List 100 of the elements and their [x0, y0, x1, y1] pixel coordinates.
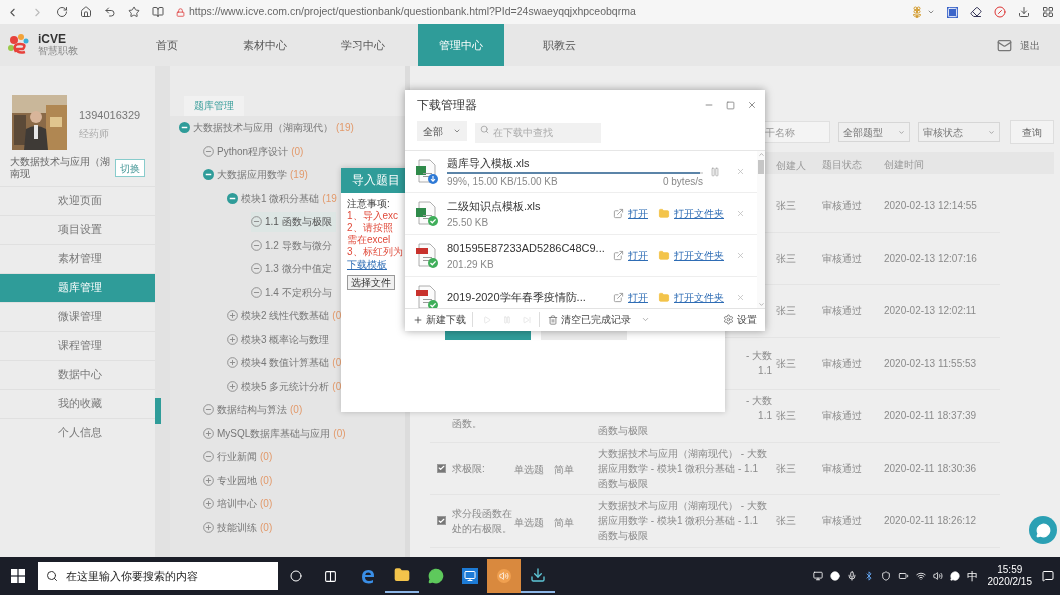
window-title: 下载管理器 [417, 97, 478, 114]
input-method[interactable]: 中 [966, 567, 978, 585]
knowledge-path: - 大数 [745, 349, 772, 364]
open-folder-link[interactable]: 打开文件夹 [674, 206, 724, 221]
open-link[interactable]: 打开 [628, 206, 648, 221]
item-count: (19) [290, 168, 308, 183]
account-number: 1394016329 [79, 108, 141, 123]
nav-tab[interactable]: 管理中心 [418, 24, 504, 66]
tree-item[interactable]: 专业园地 (0) [203, 470, 277, 491]
created-time: 2020-02-13 12:14:55 [884, 199, 978, 214]
tree-item-label: MySQL数据库基础与应用 [217, 426, 331, 441]
question-title: 求极限: [452, 461, 486, 476]
file-size: 25.50 KB [447, 216, 489, 229]
created-time: 2020-02-11 18:37:39 [884, 409, 978, 424]
choose-file-button[interactable]: 选择文件 [347, 275, 395, 290]
settings-button[interactable]: 设置 [723, 312, 757, 327]
tree-item[interactable]: 模块5 多元统计分析 (0 [227, 376, 346, 397]
question-type: 单选题 [514, 464, 544, 476]
open-folder-link[interactable]: 打开文件夹 [674, 290, 724, 305]
clock-date: 2020/2/15 [987, 576, 1032, 588]
tree-item[interactable]: 1.3 微分中值定 [251, 258, 336, 279]
knowledge-path: 1.1 [758, 364, 772, 379]
filter-dropdown[interactable]: 全部 [417, 121, 467, 141]
tree-item[interactable]: 数据结构与算法 (0) [203, 399, 307, 420]
sidebar-item[interactable]: 个人信息 [0, 418, 155, 447]
review-status: 审核通过 [822, 304, 863, 319]
column-header: 创建人 [776, 160, 806, 171]
sidebar-item[interactable]: 欢迎页面 [0, 186, 155, 215]
tree-item-label: 大数据应用数学 [217, 168, 287, 183]
tree-item[interactable]: 1.1 函数与极限 [251, 211, 336, 232]
sidebar-item[interactable]: 题库管理 [0, 273, 155, 302]
download-item[interactable]: 题库导入模板.xls 99%, 15.00 KB/15.00 KB 0 bytes/s [405, 151, 757, 193]
sidebar-item[interactable]: 数据中心 [0, 360, 155, 389]
sidebar-item[interactable]: 微课管理 [0, 302, 155, 331]
tree-item-label: 专业园地 [217, 473, 257, 488]
note-line: 1、导入exc [347, 210, 399, 222]
knowledge-path: 大数据技术与应用（湖南现代） - 大数 [598, 446, 767, 461]
sidebar-item[interactable]: 项目设置 [0, 215, 155, 244]
search-button[interactable]: 查询 [1010, 120, 1054, 144]
column-header: 创建时间 [884, 157, 925, 172]
item-count: (0) [290, 403, 303, 418]
question-type-select[interactable]: 全部题型 [838, 122, 910, 142]
open-link[interactable]: 打开 [628, 248, 648, 263]
note-line: 3、标红列为 [347, 246, 403, 258]
knowledge-path: 据应用数学 - 模块1 微积分基础 - 1.1 [598, 514, 758, 529]
nav-tab[interactable]: 职教云 [516, 24, 602, 66]
tree-item[interactable]: 培训中心 (0) [203, 493, 277, 514]
item-count: (19) [336, 121, 354, 136]
download-item[interactable]: 2019-2020学年春季疫情防... 打开 打开文件夹 [405, 277, 757, 308]
tree-item[interactable]: 1.2 导数与微分 [251, 235, 336, 256]
tree-item[interactable]: 大数据应用数学 (19) [203, 164, 312, 185]
sidebar-item[interactable]: 课程管理 [0, 331, 155, 360]
created-time: 2020-02-11 18:26:12 [884, 514, 978, 529]
column-header: 题目状态 [822, 157, 863, 172]
review-status-select[interactable]: 审核状态 [918, 122, 1000, 142]
tree-item[interactable]: 技能训练 (0) [203, 517, 277, 538]
tree-item-label: 培训中心 [217, 497, 257, 512]
knowledge-path: 函数与极限 [598, 476, 648, 491]
creator: 张三 [775, 304, 797, 319]
tree-item[interactable]: 模块3 概率论与数理 [227, 329, 334, 350]
tree-item[interactable]: 模块2 线性代数基础 (0 [227, 305, 346, 326]
taskbar-search-field[interactable]: 在这里输入你要搜索的内容 [38, 562, 278, 590]
tree-item[interactable]: 模块4 数值计算基础 (0 [227, 352, 346, 373]
download-template-link[interactable]: 下载模板 [347, 259, 387, 271]
table-row[interactable]: 求分段函数在 处的右极限。 单选题 简单 大数据技术与应用（湖南现代） - 大数 据应用数学 - 模块1 微积分基础 - 1.1 函数与极限 张三 审核通过 2020-02-11 18:26:12 [430, 495, 1000, 548]
file-name: 二级知识点模板.xls [447, 199, 542, 215]
tree-item[interactable]: Python程序设计 (0) [203, 141, 308, 162]
open-folder-link[interactable]: 打开文件夹 [674, 248, 724, 263]
nav-tab[interactable]: 首页 [124, 24, 210, 66]
tree-item[interactable]: 1.4 不定积分与 [251, 282, 336, 303]
item-count: (19 [322, 191, 337, 206]
download-item[interactable]: 二级知识点模板.xls 25.50 KB 打开 打开文件夹 [405, 193, 757, 235]
logout-link[interactable]: 退出 [1020, 37, 1040, 53]
url-text: https://www.icve.com.cn/project/questionbank/questionbank.html?PId=24swaeyqqjxhpceobqrma [189, 4, 636, 20]
item-count: (0) [291, 144, 304, 159]
item-count: (0 [332, 379, 342, 394]
review-status: 审核通过 [822, 251, 863, 266]
question-title: 函数。 [452, 416, 483, 431]
panel-tab[interactable]: 题库管理 [184, 95, 244, 116]
tree-item-label: 1.2 导数与微分 [265, 238, 332, 253]
tree-item[interactable]: 行业新闻 (0) [203, 446, 277, 467]
file-size: 201.29 KB [447, 258, 494, 271]
tree-item-label: 模块3 概率论与数理 [241, 332, 330, 347]
search-field[interactable]: 在下载中查找 [475, 122, 601, 143]
nav-tab[interactable]: 学习中心 [320, 24, 406, 66]
tree-item[interactable]: 模块1 微积分基础 (19 [227, 188, 341, 209]
tree-item[interactable]: MySQL数据库基础与应用 (0) [203, 423, 350, 444]
item-count: (0) [260, 520, 273, 535]
switch-button[interactable]: 切换 [115, 159, 145, 177]
nav-tab[interactable]: 素材中心 [222, 24, 308, 66]
open-link[interactable]: 打开 [628, 290, 648, 305]
new-download-button[interactable]: 新建下载 [413, 312, 473, 327]
clear-completed-button[interactable]: 清空已完成记录 [539, 312, 631, 327]
tree-item[interactable]: 大数据技术与应用（湖南现代） (19) [179, 117, 358, 138]
item-count: (0) [260, 473, 273, 488]
tree-item-label: 数据结构与算法 [217, 403, 287, 418]
table-row[interactable]: 求极限: 单选题 简单 大数据技术与应用（湖南现代） - 大数 据应用数学 - 模块1 微积分基础 - 1.1 函数与极限 张三 审核通过 2020-02-11 18:30:36 [430, 442, 1000, 495]
download-speed: 0 bytes/s [662, 176, 703, 189]
tree-item-label: 1.3 微分中值定 [265, 262, 332, 277]
download-item[interactable]: 801595E87233AD5286C48C9... 201.29 KB 打开 打开文件夹 [405, 235, 757, 277]
